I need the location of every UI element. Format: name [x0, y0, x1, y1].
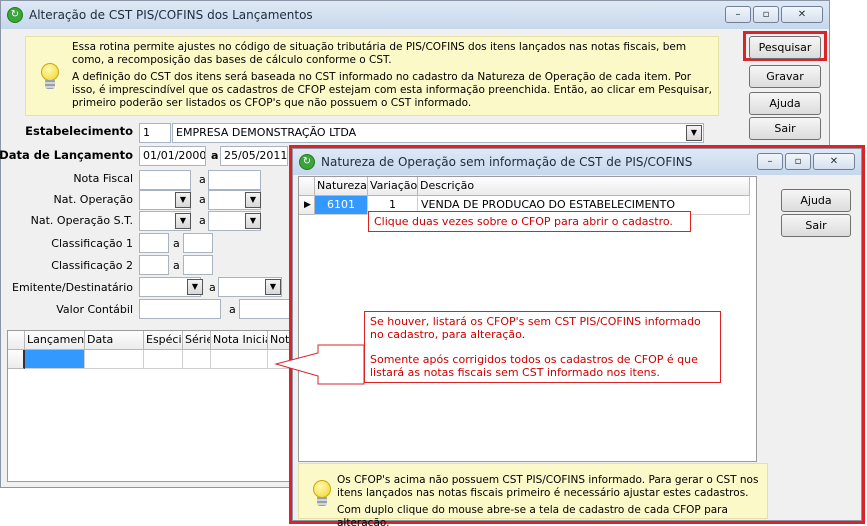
- classificacao1-to-field[interactable]: [183, 233, 213, 253]
- table-cell[interactable]: [183, 350, 211, 369]
- estabelecimento-name-select[interactable]: EMPRESA DEMONSTRAÇÃO LTDA: [172, 123, 704, 143]
- emitente-label: Emitente/Destinatário: [12, 281, 133, 294]
- table-cell[interactable]: [211, 350, 268, 369]
- nota-fiscal-to-field[interactable]: [208, 170, 261, 190]
- range-separator: a: [173, 259, 180, 272]
- estabelecimento-label: Estabelecimento: [25, 124, 133, 138]
- range-separator: a: [211, 149, 219, 162]
- maximize-icon[interactable]: ▫: [753, 6, 779, 23]
- range-separator: a: [209, 281, 216, 294]
- grid-header-natureza[interactable]: Natureza: [315, 177, 368, 196]
- main-info-text-1: Essa rotina permite ajustes no código de…: [72, 41, 687, 66]
- range-separator: a: [199, 193, 206, 206]
- chevron-down-icon[interactable]: ▼: [686, 125, 702, 141]
- main-info-panel: Essa rotina permite ajustes no código de…: [25, 36, 719, 116]
- grid-header-data[interactable]: Data: [85, 331, 144, 350]
- main-window-title: Alteração de CST PIS/COFINS dos Lançamen…: [29, 8, 313, 22]
- close-icon[interactable]: ✕: [781, 6, 823, 23]
- dialog-info-panel: Os CFOP's acima não possuem CST PIS/COFI…: [298, 463, 768, 526]
- nota-fiscal-from-field[interactable]: [139, 170, 191, 190]
- classificacao1-label: Classificação 1: [51, 237, 133, 250]
- cfop-list-callout: Se houver, listará os CFOP's sem CST PIS…: [364, 311, 721, 383]
- cfop-hint-callout: Clique duas vezes sobre o CFOP para abri…: [368, 211, 691, 232]
- grid-header-descricao[interactable]: Descrição: [418, 177, 750, 196]
- grid-corner: [8, 331, 25, 350]
- chevron-down-icon[interactable]: ▼: [175, 192, 191, 208]
- grid-header-nota-inicial[interactable]: Nota Inicial: [211, 331, 268, 350]
- data-lancamento-label: Data de Lançamento: [0, 148, 133, 162]
- gravar-button[interactable]: Gravar: [749, 65, 821, 88]
- main-titlebar[interactable]: ↻ Alteração de CST PIS/COFINS dos Lançam…: [1, 1, 829, 29]
- range-separator: a: [199, 214, 206, 227]
- table-cell[interactable]: [25, 350, 85, 369]
- maximize-icon[interactable]: ▫: [785, 153, 811, 170]
- range-separator: a: [229, 303, 236, 316]
- chevron-down-icon[interactable]: ▼: [187, 279, 203, 295]
- estabelecimento-code-field[interactable]: 1: [139, 123, 171, 143]
- sair-button[interactable]: Sair: [749, 117, 821, 140]
- chevron-down-icon[interactable]: ▼: [245, 213, 261, 229]
- dialog-ajuda-button[interactable]: Ajuda: [781, 189, 851, 212]
- dialog-title: Natureza de Operação sem informação de C…: [321, 155, 693, 169]
- dialog-sair-button[interactable]: Sair: [781, 214, 851, 237]
- app-icon: ↻: [299, 154, 315, 170]
- data-from-field[interactable]: 01/01/2000: [139, 146, 206, 166]
- lancamentos-grid[interactable]: Lançamento Data Espécie Série Nota Inici…: [7, 330, 298, 482]
- minimize-icon[interactable]: –: [725, 6, 751, 23]
- callout-text-2: Somente após corrigidos todos os cadastr…: [370, 353, 698, 379]
- table-cell[interactable]: [144, 350, 183, 369]
- nat-operacao-st-label: Nat. Operação S.T.: [30, 214, 133, 227]
- dialog-titlebar[interactable]: ↻ Natureza de Operação sem informação de…: [293, 149, 861, 175]
- grid-header-lancamento[interactable]: Lançamento: [25, 331, 85, 350]
- table-cell[interactable]: [85, 350, 144, 369]
- chevron-down-icon[interactable]: ▼: [265, 279, 281, 295]
- grid-header-variacao[interactable]: Variação: [368, 177, 418, 196]
- main-info-text-2: A definição do CST dos itens será basead…: [72, 71, 712, 109]
- valor-contabil-from-field[interactable]: [139, 299, 221, 319]
- dialog-info-text-2: Com duplo clique do mouse abre-se a tela…: [337, 504, 728, 526]
- nota-fiscal-label: Nota Fiscal: [73, 172, 133, 185]
- grid-header-especie[interactable]: Espécie: [144, 331, 183, 350]
- grid-corner: [299, 177, 315, 196]
- lightbulb-icon: [312, 480, 332, 510]
- chevron-down-icon[interactable]: ▼: [245, 192, 261, 208]
- lightbulb-icon: [40, 63, 60, 93]
- data-to-field[interactable]: 25/05/2011: [220, 146, 288, 166]
- app-icon: ↻: [7, 7, 23, 23]
- minimize-icon[interactable]: –: [757, 153, 783, 170]
- ajuda-button[interactable]: Ajuda: [749, 92, 821, 115]
- chevron-down-icon[interactable]: ▼: [175, 213, 191, 229]
- range-separator: a: [199, 173, 206, 186]
- classificacao2-label: Classificação 2: [51, 259, 133, 272]
- valor-contabil-label: Valor Contábil: [56, 303, 133, 316]
- classificacao2-from-field[interactable]: [139, 255, 169, 275]
- nat-operacao-label: Nat. Operação: [53, 193, 133, 206]
- row-indicator: [8, 350, 25, 369]
- callout-text-1: Se houver, listará os CFOP's sem CST PIS…: [370, 315, 701, 341]
- classificacao1-from-field[interactable]: [139, 233, 169, 253]
- natureza-cell[interactable]: 6101: [315, 196, 368, 215]
- dialog-info-text-1: Os CFOP's acima não possuem CST PIS/COFI…: [337, 474, 759, 499]
- row-indicator: ▶: [299, 196, 315, 215]
- range-separator: a: [173, 237, 180, 250]
- grid-header-serie[interactable]: Série: [183, 331, 211, 350]
- close-icon[interactable]: ✕: [813, 153, 855, 170]
- pesquisar-button[interactable]: Pesquisar: [749, 36, 821, 59]
- valor-contabil-to-field[interactable]: [239, 299, 291, 319]
- classificacao2-to-field[interactable]: [183, 255, 213, 275]
